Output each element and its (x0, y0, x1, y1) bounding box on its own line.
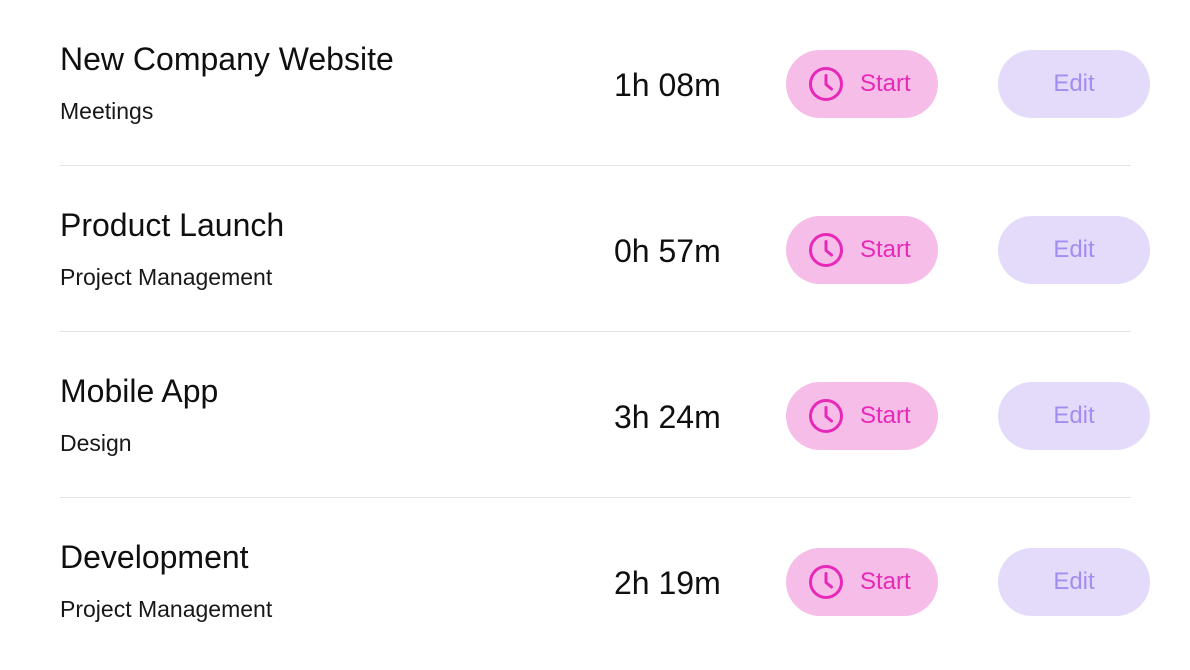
entry-title: Development (60, 539, 249, 575)
entry-duration: 3h 24m (614, 399, 721, 435)
edit-button[interactable]: Edit (998, 216, 1150, 284)
clock-icon (808, 232, 844, 268)
start-button[interactable]: Start (786, 382, 938, 450)
edit-button[interactable]: Edit (998, 50, 1150, 118)
start-button-label: Start (860, 402, 911, 429)
time-entry-row: Product Launch Project Management 0h 57m… (60, 166, 1150, 332)
start-button[interactable]: Start (786, 50, 938, 118)
edit-button-label: Edit (1053, 402, 1095, 429)
time-entry-row: Development Project Management 2h 19m St… (60, 498, 1150, 664)
edit-button-label: Edit (1053, 568, 1095, 595)
entry-category: Project Management (60, 264, 273, 290)
start-button-label: Start (860, 70, 911, 97)
start-button[interactable]: Start (786, 216, 938, 284)
entry-duration: 2h 19m (614, 565, 721, 601)
time-entry-row: New Company Website Meetings 1h 08m Star… (60, 0, 1150, 166)
time-entry-row: Mobile App Design 3h 24m Start Edit (60, 332, 1150, 498)
entry-category: Design (60, 430, 132, 456)
time-entry-list: New Company Website Meetings 1h 08m Star… (60, 0, 1150, 664)
entry-duration: 0h 57m (614, 233, 721, 269)
entry-title: Mobile App (60, 373, 219, 409)
clock-icon (808, 564, 844, 600)
edit-button-label: Edit (1053, 236, 1095, 263)
edit-button[interactable]: Edit (998, 382, 1150, 450)
clock-icon (808, 66, 844, 102)
entry-title: Product Launch (60, 207, 285, 243)
start-button-label: Start (860, 236, 911, 263)
entry-category: Meetings (60, 98, 154, 124)
entry-duration: 1h 08m (614, 67, 721, 103)
edit-button[interactable]: Edit (998, 548, 1150, 616)
edit-button-label: Edit (1053, 70, 1095, 97)
start-button[interactable]: Start (786, 548, 938, 616)
clock-icon (808, 398, 844, 434)
entry-title: New Company Website (60, 41, 394, 77)
start-button-label: Start (860, 568, 911, 595)
entry-category: Project Management (60, 596, 273, 622)
